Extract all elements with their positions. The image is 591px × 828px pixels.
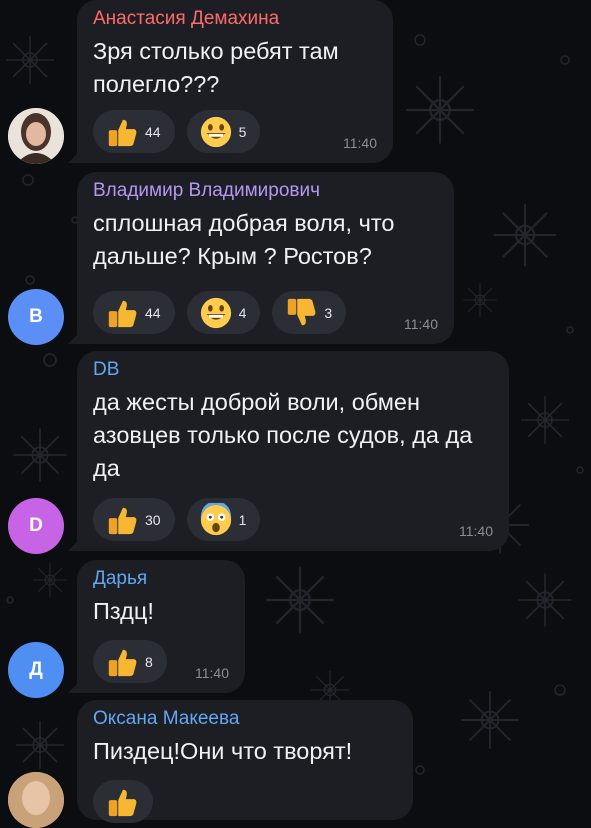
message-bubble[interactable]: Владимир Владимирович сплошная добрая во… — [77, 172, 454, 344]
sender-name[interactable]: DB — [93, 357, 493, 383]
avatar[interactable] — [8, 772, 64, 828]
reactions-bar: 30 1 — [93, 498, 261, 541]
message-bubble[interactable]: Оксана Макеева Пиздец!Они что творят! — [77, 700, 413, 823]
sender-name[interactable]: Дарья — [93, 566, 229, 592]
avatar[interactable]: D — [8, 498, 64, 554]
reaction-thumbs-up[interactable]: 8 — [93, 640, 167, 683]
message-text: Пздц! — [93, 598, 154, 624]
avatar-letter: D — [29, 515, 43, 536]
reaction-thumbs-down[interactable]: 3 — [272, 291, 347, 334]
message-text: Пиздец!Они что творят! — [93, 738, 353, 764]
avatar[interactable] — [8, 108, 64, 164]
reaction-count: 5 — [238, 123, 247, 140]
reaction-count: 1 — [238, 511, 247, 528]
avatar-photo — [8, 108, 64, 164]
reaction-grinning-face[interactable]: 4 — [186, 291, 261, 334]
screaming-face-icon — [200, 502, 231, 535]
message-time: 11:40 — [404, 316, 438, 332]
avatar[interactable]: Д — [8, 642, 64, 698]
avatar-letter: B — [29, 306, 43, 327]
reaction-thumbs-up[interactable]: 44 — [93, 110, 175, 153]
message-time: 11:40 — [195, 665, 229, 681]
reaction-count: 44 — [145, 123, 161, 140]
reactions-bar: 8 — [93, 640, 167, 683]
thumbs-up-icon — [108, 649, 137, 676]
reaction-grinning-face[interactable]: 5 — [186, 110, 261, 153]
reaction-count: 8 — [145, 653, 153, 670]
reaction-thumbs-up[interactable]: 44 — [93, 291, 175, 334]
avatar-photo — [8, 772, 64, 828]
reaction-count: 3 — [324, 304, 333, 321]
thumbs-up-icon — [108, 507, 137, 534]
message-bubble[interactable]: Анастасия Демахина Зря столько ребят там… — [77, 0, 393, 163]
message-text: Зря столько ребят там полегло??? — [93, 38, 339, 97]
thumbs-up-icon — [108, 789, 137, 816]
grinning-face-icon — [200, 116, 231, 147]
reaction-screaming-face[interactable]: 1 — [186, 498, 261, 541]
message-text: сплошная добрая воля, что дальше? Крым ?… — [93, 210, 395, 269]
reactions-bar: 44 4 3 — [93, 291, 347, 334]
avatar-letter: Д — [29, 659, 43, 680]
reaction-count: 44 — [145, 304, 161, 321]
sender-name[interactable]: Анастасия Демахина — [93, 6, 377, 32]
thumbs-up-icon — [108, 300, 137, 327]
reaction-count: 30 — [145, 511, 161, 528]
avatar[interactable]: B — [8, 289, 64, 345]
message-time: 11:40 — [343, 135, 377, 151]
sender-name[interactable]: Оксана Макеева — [93, 706, 397, 732]
message-text: да жесты доброй воли, обмен азовцев толь… — [93, 389, 473, 481]
reaction-count: 4 — [238, 304, 247, 321]
reaction-thumbs-up[interactable]: 30 — [93, 498, 175, 541]
grinning-face-icon — [200, 297, 231, 328]
message-bubble[interactable]: DB да жесты доброй воли, обмен азовцев т… — [77, 351, 509, 551]
message-time: 11:40 — [459, 523, 493, 539]
reactions-bar: 44 5 — [93, 110, 261, 153]
thumbs-down-icon — [288, 298, 316, 325]
message-bubble[interactable]: Дарья Пздц! 8 11:40 — [77, 560, 245, 693]
sender-name[interactable]: Владимир Владимирович — [93, 178, 438, 204]
reaction-thumbs-up[interactable] — [93, 780, 153, 823]
thumbs-up-icon — [108, 119, 137, 146]
